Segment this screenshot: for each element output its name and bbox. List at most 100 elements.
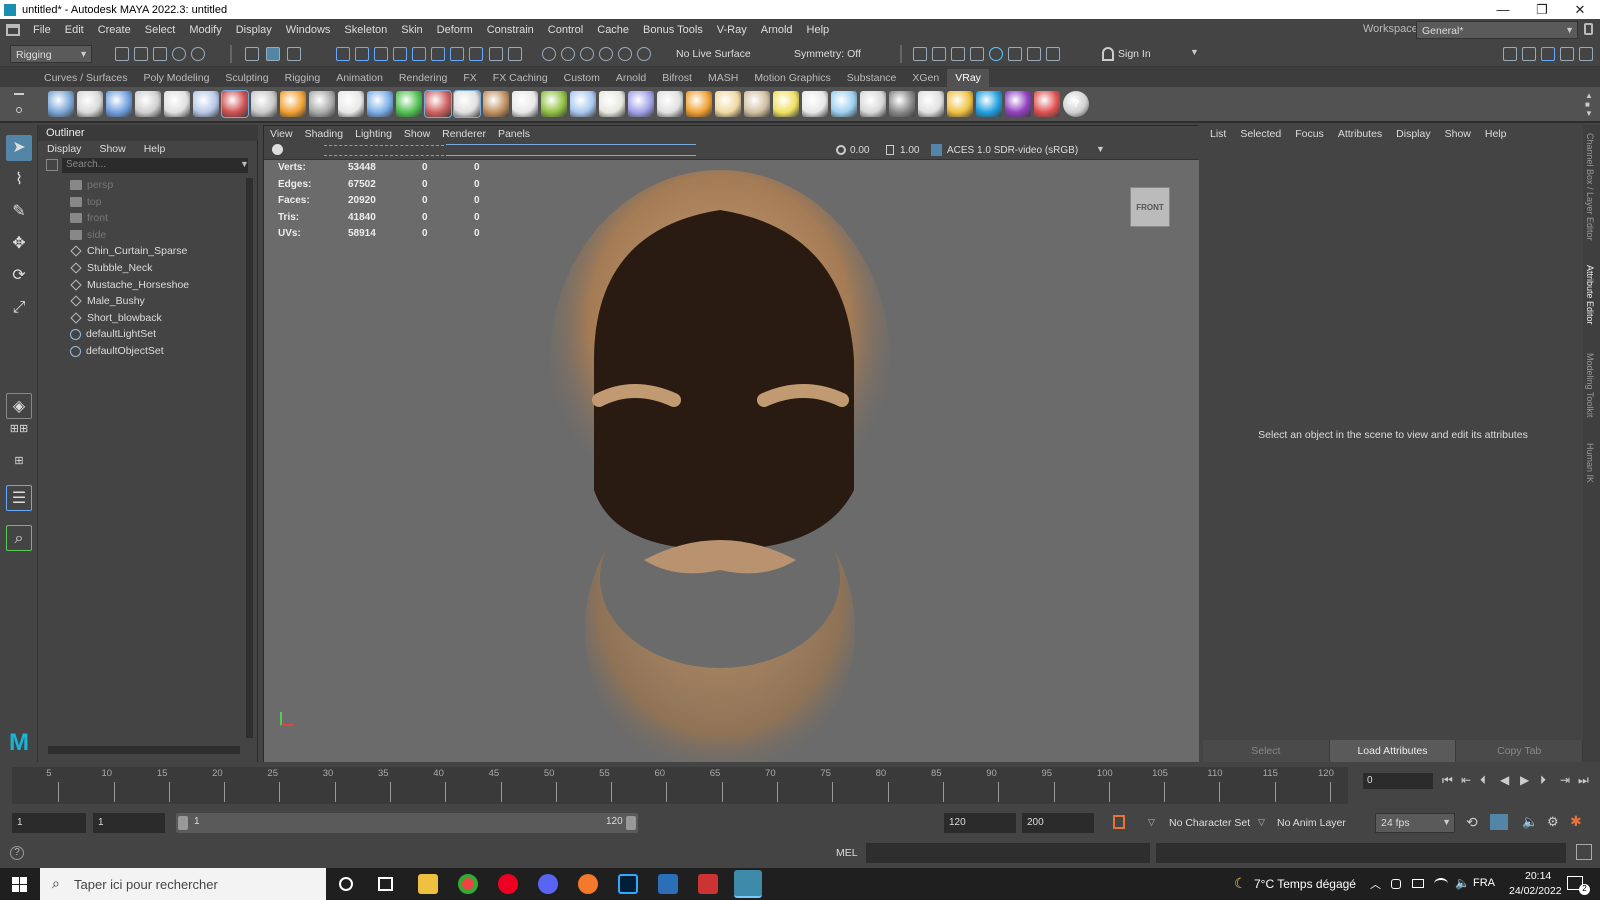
load-attributes-button[interactable]: Load Attributes [1329, 740, 1457, 762]
outliner-menu-show[interactable]: Show [90, 141, 134, 157]
ipr-render-icon[interactable] [951, 47, 965, 61]
time-slider-track[interactable]: 5 10 15 20 25 30 35 40 45 50 55 60 65 70 75 80 85 90 95 100… [12, 767, 1348, 804]
script-editor-icon[interactable] [1576, 844, 1592, 860]
tab-poly-modeling[interactable]: Poly Modeling [135, 69, 217, 87]
outliner-item-side[interactable]: side [70, 227, 106, 243]
discord-icon[interactable] [538, 874, 558, 894]
tab-rigging[interactable]: Rigging [277, 69, 329, 87]
viewport-menu-lighting[interactable]: Lighting [349, 126, 398, 142]
vray-dome-icon[interactable] [106, 91, 132, 117]
shelf-gear-icon[interactable] [16, 107, 22, 113]
vray-cube-icon[interactable] [338, 91, 364, 117]
menu-v-ray[interactable]: V-Ray [710, 24, 754, 36]
tab-fx-caching[interactable]: FX Caching [485, 69, 556, 87]
viewport-menu-show[interactable]: Show [398, 126, 436, 142]
menu-modify[interactable]: Modify [182, 24, 228, 36]
snap-grid-icon[interactable] [336, 47, 350, 61]
user-icon[interactable] [1102, 47, 1114, 61]
playback-start-field[interactable]: 1 [93, 813, 165, 833]
select-by-component-icon[interactable] [287, 47, 301, 61]
camera-tools-icon[interactable] [324, 145, 444, 156]
undo-icon[interactable] [172, 47, 186, 61]
lock-selection-icon[interactable] [489, 47, 503, 61]
range-bar[interactable]: 1 120 [176, 813, 638, 833]
paint-select-tool-icon[interactable]: ✎ [6, 199, 32, 225]
menu-help[interactable]: Help [800, 24, 837, 36]
redo-icon[interactable] [191, 47, 205, 61]
attribute-editor-toggle-icon[interactable] [1541, 47, 1555, 61]
channel-box-icon[interactable] [1579, 47, 1593, 61]
range-end-handle[interactable] [626, 816, 636, 830]
new-scene-icon[interactable] [115, 47, 129, 61]
rotate-tool-icon[interactable]: ⟳ [6, 263, 32, 289]
vray-cloud-icon[interactable] [976, 91, 1002, 117]
clock-date[interactable]: 24/02/2022 [1509, 885, 1562, 897]
file-explorer-icon[interactable] [418, 874, 438, 894]
tool-settings-icon[interactable] [1560, 47, 1574, 61]
snap-vertex-icon[interactable] [450, 47, 464, 61]
vray-plane-icon[interactable] [309, 91, 335, 117]
vray-light-icon[interactable] [48, 91, 74, 117]
scale-tool-icon[interactable]: ⤢ [6, 295, 32, 321]
vray-plane-light-icon[interactable] [802, 91, 828, 117]
vray-fire-icon[interactable] [280, 91, 306, 117]
outliner-item-defaultlightset[interactable]: defaultLightSet [70, 326, 156, 342]
playback-options-icon[interactable]: ✱ [1570, 813, 1582, 830]
vray-checker-icon[interactable] [889, 91, 915, 117]
vray-ball-icon[interactable] [628, 91, 654, 117]
select-button[interactable]: Select [1203, 740, 1330, 762]
vray-sphere-light-icon[interactable] [77, 91, 103, 117]
anim-layer-chevron-icon[interactable]: ▽ [1258, 817, 1265, 828]
snap-edge-icon[interactable] [431, 47, 445, 61]
menu-control[interactable]: Control [541, 24, 590, 36]
tab-substance[interactable]: Substance [839, 69, 905, 87]
step-back-key-icon[interactable]: ⇤ [1461, 773, 1471, 787]
character-set-icon[interactable] [1113, 815, 1125, 829]
outliner-vertical-scrollbar[interactable] [246, 178, 253, 738]
sign-in-chevron-icon[interactable]: ▼ [1190, 47, 1199, 57]
tab-xgen[interactable]: XGen [904, 69, 947, 87]
vray-material-icon[interactable] [251, 91, 277, 117]
vray-ipr-icon[interactable] [1008, 47, 1022, 61]
shelf-menu-icon[interactable] [0, 67, 36, 87]
script-language-label[interactable]: MEL [836, 847, 858, 859]
task-view-icon[interactable] [378, 877, 393, 891]
tab-animation[interactable]: Animation [328, 69, 391, 87]
vray-globe-icon[interactable] [512, 91, 538, 117]
tab-curves-surfaces[interactable]: Curves / Surfaces [36, 69, 135, 87]
gamma-value[interactable]: 1.00 [900, 145, 919, 156]
attr-menu-display[interactable]: Display [1389, 125, 1437, 143]
lasso-tool-icon[interactable]: ⌇ [6, 167, 32, 193]
menu-file[interactable]: File [26, 24, 58, 36]
tab-human-ik[interactable]: Human IK [1585, 443, 1595, 483]
shelf-options-icon[interactable] [14, 93, 24, 95]
copy-tab-button[interactable]: Copy Tab [1456, 740, 1584, 762]
outliner-item-mustache-horseshoe[interactable]: Mustache_Horseshoe [70, 277, 189, 293]
play-forward-icon[interactable]: ▶ [1520, 773, 1529, 787]
tab-sculpting[interactable]: Sculpting [217, 69, 276, 87]
close-button[interactable]: ✕ [1565, 0, 1595, 19]
attr-menu-attributes[interactable]: Attributes [1331, 125, 1389, 143]
help-icon[interactable]: ? [10, 846, 24, 860]
viewport-menu-shading[interactable]: Shading [299, 126, 350, 142]
vray-render-icon[interactable] [989, 47, 1003, 61]
open-scene-icon[interactable] [134, 47, 148, 61]
attr-menu-selected[interactable]: Selected [1233, 125, 1288, 143]
symmetry-label[interactable]: Symmetry: Off [794, 48, 861, 60]
menu-cache[interactable]: Cache [590, 24, 636, 36]
construction-history-icon[interactable] [561, 47, 575, 61]
tab-mash[interactable]: MASH [700, 69, 746, 87]
lock-icon[interactable] [1584, 23, 1593, 35]
menu-display[interactable]: Display [229, 24, 279, 36]
snap-edge-mid-icon[interactable] [469, 47, 483, 61]
vray-cone-icon[interactable] [744, 91, 770, 117]
playback-end-field[interactable]: 120 [944, 813, 1016, 833]
vray-stop-icon[interactable] [1027, 47, 1041, 61]
color-management-icon[interactable] [931, 144, 942, 156]
select-by-object-icon[interactable] [266, 47, 280, 61]
tab-arnold[interactable]: Arnold [608, 69, 654, 87]
search-dropdown-icon[interactable]: ▼ [240, 159, 249, 169]
pause-icon[interactable] [1046, 47, 1060, 61]
save-scene-icon[interactable] [153, 47, 167, 61]
two-pane-icon[interactable]: ⊞ [6, 455, 32, 481]
